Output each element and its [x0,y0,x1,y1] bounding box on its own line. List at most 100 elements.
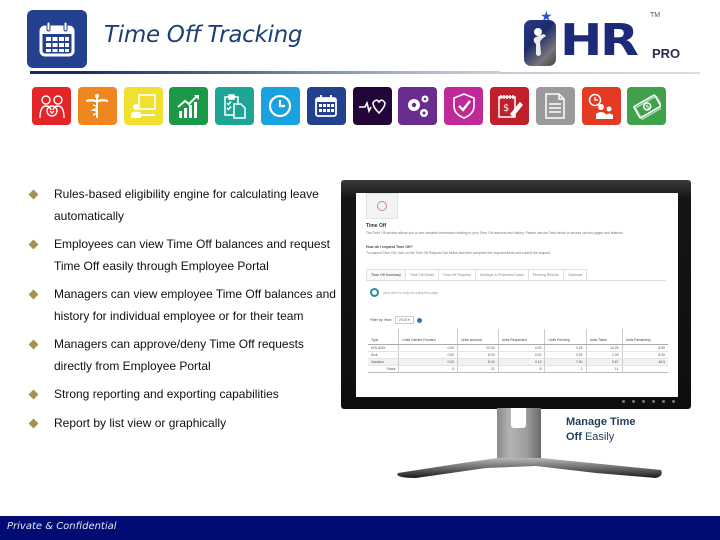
table-cell: 3.25 [544,344,587,352]
tab-pending-results[interactable]: Pending Results [527,269,564,280]
table-cell: Sick [368,351,400,359]
table-row: Sick 0.00 8.00 0.00 3.25 2.25 8.50 [368,351,668,359]
page-title: Time Off Tracking [104,22,303,48]
column-header: Units Carried Forward [398,329,459,345]
table-cell: 8.00 [457,351,499,359]
bullet-diamond-icon [28,189,39,200]
table-cell: Vacation [368,358,400,366]
table-cell: 0.00 [498,344,546,352]
help-text: click here for help on using this page [383,290,439,295]
table-cell: 8 [498,365,546,373]
time-off-summary-table: Type Units Carried Forward Units accrued… [368,329,668,373]
bullet-diamond-icon [28,289,39,300]
screen-question: How do I request Time Off? [366,245,413,249]
training-presenter-icon [123,87,163,125]
feature-bullet: Managers can view employee Time Off bala… [28,284,340,327]
caption-bold: Manage Time [566,416,636,428]
table-cell: 3.25 [544,351,587,359]
document-icon [535,87,575,125]
table-cell: 14 [586,365,623,373]
feature-bullet-list: Rules-based eligibility engine for calcu… [28,184,340,441]
table-row: HOLIDAY 0.00 22.00 0.00 3.25 14.25 8.50 [368,344,668,352]
monitor-screen: Time Off The Time Off section allows you… [356,193,678,397]
feature-bullet: Report by list view or graphically [28,413,340,435]
screen-title: Time Off [366,223,387,229]
bullet-text: Employees can view Time Off balances and… [54,237,330,273]
table-cell: 22.00 [457,344,499,352]
bullet-diamond-icon [28,239,39,250]
tab-time-off-detail[interactable]: Time Off Detail [404,269,439,280]
table-cell: 0.00 [398,358,459,366]
table-cell: Totals [368,365,400,373]
footer-bar: Private & Confidential [0,516,720,540]
money-icon: $ [627,87,667,125]
table-cell: 2 [544,365,587,373]
tab-holidays-protected-dates[interactable]: Holidays & Protected Dates [474,269,529,280]
year-select[interactable]: 2015 ▾ [394,316,414,324]
gears-icon [398,87,438,125]
logo-star-icon: ★ [540,8,553,24]
table-row: Vacation 0.00 8.00 0.16 7.50 5.67 46.5 [368,358,668,366]
caduceus-medical-icon [77,87,117,125]
info-icon[interactable] [416,317,422,323]
calendar-icon [306,87,346,125]
table-totals-row: Totals 5 22 8 2 14 [368,365,668,373]
time-team-icon [581,87,621,125]
bullet-diamond-icon [28,339,39,350]
table-cell: 0.00 [498,351,546,359]
screen-description: The Time Off section allows you to see v… [366,231,624,235]
logo-hr-text: HR [560,15,639,66]
monitor-stand-cutout [511,408,526,428]
feature-bullet: Strong reporting and exporting capabilit… [28,384,340,406]
column-header: Type [368,329,400,345]
filter-label: Filter by Year: [370,318,392,322]
expense-notepad-icon: $ [489,87,529,125]
feature-bullet: Managers can approve/deny Time Off reque… [28,334,340,377]
feature-bullet: Rules-based eligibility engine for calcu… [28,184,340,227]
caption-bold: Off [566,431,582,443]
table-cell: 5.67 [586,358,623,366]
bullet-diamond-icon [28,418,39,428]
tab-calendar[interactable]: Calendar [562,269,588,280]
screen-answer: To request Time Off, click on the Time O… [366,251,551,255]
title-calendar-icon [27,10,87,68]
bullet-text: Strong reporting and exporting capabilit… [54,387,279,401]
employee-photo [366,193,398,219]
ihr-pro-logo: ★ HR TM PRO [522,8,692,68]
column-header: Units Requested [498,329,546,345]
table-cell: 5 [398,365,459,373]
feature-bullet: Employees can view Time Off balances and… [28,234,340,277]
bullet-text: Managers can approve/deny Time Off reque… [54,337,304,373]
table-cell: 8.50 [622,351,668,359]
table-cell: 22 [457,365,499,373]
header-divider [30,71,500,74]
table-cell: 7.50 [544,358,587,366]
tab-time-off-summary[interactable]: Time Off Summary [366,269,406,280]
clock-icon [260,87,300,125]
monitor-caption: Manage Time Off Easily [566,415,636,445]
caption-line-1: Manage Time [566,415,636,430]
screen-tab-bar: Time Off Summary Time Off Detail Time Of… [366,269,666,281]
table-cell: 46.5 [622,358,668,366]
header-divider-right [500,72,700,74]
caption-line-2: Off Easily [566,430,636,445]
tab-time-off-request[interactable]: Time Off Request [437,269,476,280]
table-cell: 2.25 [586,351,623,359]
help-link[interactable]: click here for help on using this page [370,288,438,297]
table-cell: 8.50 [622,344,668,352]
growth-chart-icon [169,87,209,125]
table-cell: 0.00 [398,344,459,352]
footer-confidential-text: Private & Confidential [7,521,117,532]
monitor-stand-base [397,458,662,478]
svg-text:$: $ [503,103,509,114]
bullet-text: Report by list view or graphically [54,415,227,430]
help-icon [370,288,379,297]
column-header: Units accrued [457,329,499,345]
monitor-control-buttons [622,400,675,403]
clipboard-documents-icon [215,87,255,125]
logo-trademark: TM [650,12,661,19]
logo-pro-text: PRO [652,46,681,61]
year-select-value: 2015 [398,318,407,322]
employees-heart-icon [32,87,71,125]
column-header: Units Taken [586,329,623,345]
